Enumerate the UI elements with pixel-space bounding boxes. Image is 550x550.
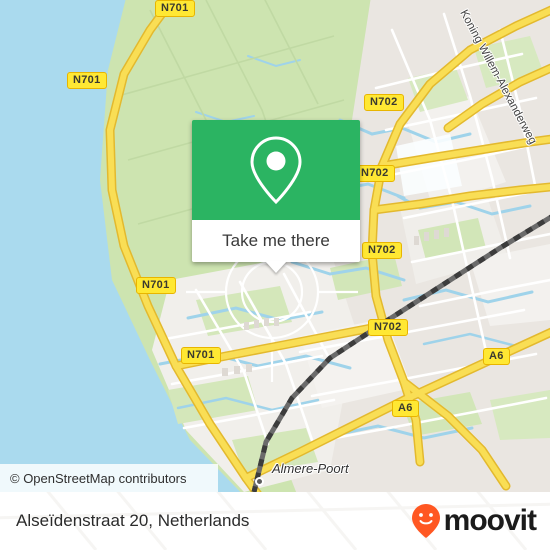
road-shield-n701-top: N701 (155, 0, 195, 17)
road-shield-n702-mid: N702 (355, 165, 395, 182)
osm-map[interactable]: N701 N701 N702 N702 N702 N701 N702 N701 … (0, 0, 550, 492)
callout-pin-area (192, 120, 360, 220)
callout-tail (265, 261, 287, 273)
road-shield-n702-center: N702 (362, 242, 402, 259)
moovit-wordmark: moovit (443, 504, 537, 537)
take-me-there-label: Take me there (222, 231, 330, 250)
moovit-brand[interactable]: moovit (411, 503, 537, 539)
road-shield-a6-south: A6 (392, 400, 419, 417)
location-pin-icon (250, 136, 302, 205)
address-label: Alseïdenstraat 20, Netherlands (16, 511, 250, 530)
take-me-there-button[interactable]: Take me there (192, 220, 360, 262)
footer-bar: Alseïdenstraat 20, Netherlands moovit (0, 492, 550, 550)
take-me-there-callout[interactable]: Take me there (192, 120, 360, 273)
road-shield-n701-west: N701 (67, 72, 107, 89)
road-shield-n701-south: N701 (181, 347, 221, 364)
osm-attribution[interactable]: © OpenStreetMap contributors (0, 464, 218, 492)
road-shield-n701-mid: N701 (136, 277, 176, 294)
road-shield-a6-east: A6 (483, 348, 510, 365)
moovit-pin-smiley-icon (411, 504, 440, 538)
road-shield-n702-upper: N702 (364, 94, 404, 111)
station-marker-almere-poort (255, 477, 264, 486)
screenshot-root: N701 N701 N702 N702 N702 N701 N702 N701 … (0, 0, 550, 550)
place-label-almere-poort: Almere-Poort (272, 461, 349, 476)
road-shield-n702-lower: N702 (368, 319, 408, 336)
osm-attribution-label: © OpenStreetMap contributors (10, 470, 187, 486)
